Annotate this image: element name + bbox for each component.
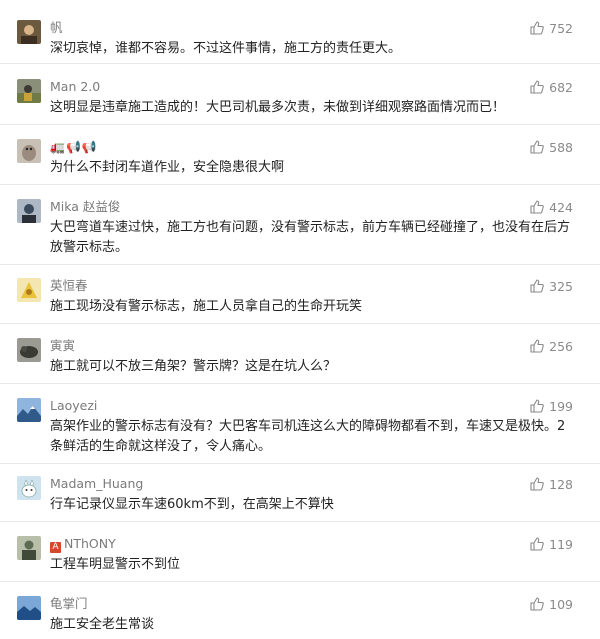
comment-username[interactable]: Laoyezi xyxy=(50,398,97,414)
like-button[interactable]: 325 xyxy=(530,278,573,294)
comment-text: 高架作业的警示标志有没有？大巴客车司机连这么大的障碍物都看不到，车速又是极快。2… xyxy=(50,419,566,454)
comment-item: A NThONY 119 工程车明显警示不到位 xyxy=(0,536,600,582)
comment-username[interactable]: Man 2.0 xyxy=(50,79,100,95)
user-avatar[interactable] xyxy=(17,338,41,362)
thumbs-up-icon xyxy=(530,597,544,611)
like-button[interactable]: 588 xyxy=(530,139,573,155)
comment-username[interactable]: 龟掌门 xyxy=(50,596,88,612)
user-avatar[interactable] xyxy=(17,278,41,302)
comment-text: 这明显是违章施工造成的！大巴司机最多次责，未做到详细观察路面情况而已！ xyxy=(50,100,506,115)
comment-item: Madam_Huang 128 行车记录仪显示车速60km不到，在高架上不算快 xyxy=(0,476,600,522)
comment-item: Mika 赵益俊 424 大巴弯道车速过快，施工方也有问题，没有警示标志，前方车… xyxy=(0,199,600,265)
like-button[interactable]: 752 xyxy=(530,20,573,36)
like-count: 256 xyxy=(549,338,573,354)
like-count: 325 xyxy=(549,278,573,294)
thumbs-up-icon xyxy=(530,21,544,35)
user-avatar[interactable] xyxy=(17,139,41,163)
comment-item: Man 2.0 682 这明显是违章施工造成的！大巴司机最多次责，未做到详细观察… xyxy=(0,79,600,125)
like-count: 682 xyxy=(549,79,573,95)
comment-item: 龟掌门 109 施工安全老生常谈 xyxy=(0,596,600,639)
comment-item: 寅寅 256 施工就可以不放三角架？警示牌？这是在坑人么？ xyxy=(0,338,600,384)
comment-username[interactable]: A NThONY xyxy=(50,536,116,553)
comment-username[interactable]: 寅寅 xyxy=(50,338,75,354)
comment-text: 施工安全老生常谈 xyxy=(50,617,155,632)
username-text: NThONY xyxy=(64,536,116,551)
user-badge: A xyxy=(50,542,61,553)
like-button[interactable]: 109 xyxy=(530,596,573,612)
comment-text: 深切哀悼，谁都不容易。不过这件事情，施工方的责任更大。 xyxy=(50,41,402,56)
thumbs-up-icon xyxy=(530,80,544,94)
comment-item: Laoyezi 199 高架作业的警示标志有没有？大巴客车司机连这么大的障碍物都… xyxy=(0,398,600,464)
thumbs-up-icon xyxy=(530,140,544,154)
emoji-nickname: 🚛📢📢 xyxy=(50,140,98,154)
comment-username[interactable]: 🚛📢📢 xyxy=(50,139,98,155)
comment-text: 为什么不封闭车道作业，安全隐患很大啊 xyxy=(50,160,285,175)
comment-item: 帆 752 深切哀悼，谁都不容易。不过这件事情，施工方的责任更大。 xyxy=(0,20,600,64)
thumbs-up-icon xyxy=(530,200,544,214)
comment-text: 施工现场没有警示标志，施工人员拿自己的生命开玩笑 xyxy=(50,299,363,314)
like-button[interactable]: 424 xyxy=(530,199,573,215)
thumbs-up-icon xyxy=(530,339,544,353)
user-avatar[interactable] xyxy=(17,596,41,620)
comment-item: 🚛📢📢 588 为什么不封闭车道作业，安全隐患很大啊 xyxy=(0,139,600,185)
comment-username[interactable]: Mika 赵益俊 xyxy=(50,199,120,215)
comment-username[interactable]: 英恒春 xyxy=(50,278,88,294)
like-count: 588 xyxy=(549,139,573,155)
user-avatar[interactable] xyxy=(17,199,41,223)
comment-text: 施工就可以不放三角架？警示牌？这是在坑人么？ xyxy=(50,359,337,374)
thumbs-up-icon xyxy=(530,477,544,491)
comment-text: 工程车明显警示不到位 xyxy=(50,557,181,572)
thumbs-up-icon xyxy=(530,399,544,413)
comment-text: 大巴弯道车速过快，施工方也有问题，没有警示标志，前方车辆已经碰撞了，也没有在后方… xyxy=(50,220,571,255)
comment-list: 帆 752 深切哀悼，谁都不容易。不过这件事情，施工方的责任更大。 Man 2.… xyxy=(0,0,600,639)
comment-item: 英恒春 325 施工现场没有警示标志，施工人员拿自己的生命开玩笑 xyxy=(0,278,600,324)
like-button[interactable]: 199 xyxy=(530,398,573,414)
comment-text: 行车记录仪显示车速60km不到，在高架上不算快 xyxy=(50,497,334,512)
like-button[interactable]: 128 xyxy=(530,476,573,492)
comment-username[interactable]: Madam_Huang xyxy=(50,476,143,492)
like-button[interactable]: 119 xyxy=(530,536,573,552)
user-avatar[interactable] xyxy=(17,79,41,103)
thumbs-up-icon xyxy=(530,279,544,293)
user-avatar[interactable] xyxy=(17,476,41,500)
like-button[interactable]: 256 xyxy=(530,338,573,354)
like-count: 109 xyxy=(549,596,573,612)
comment-username[interactable]: 帆 xyxy=(50,20,63,36)
user-avatar[interactable] xyxy=(17,398,41,422)
like-button[interactable]: 682 xyxy=(530,79,573,95)
like-count: 128 xyxy=(549,476,573,492)
like-count: 119 xyxy=(549,536,573,552)
like-count: 199 xyxy=(549,398,573,414)
user-avatar[interactable] xyxy=(17,536,41,560)
user-avatar[interactable] xyxy=(17,20,41,44)
like-count: 752 xyxy=(549,20,573,36)
thumbs-up-icon xyxy=(530,537,544,551)
like-count: 424 xyxy=(549,199,573,215)
